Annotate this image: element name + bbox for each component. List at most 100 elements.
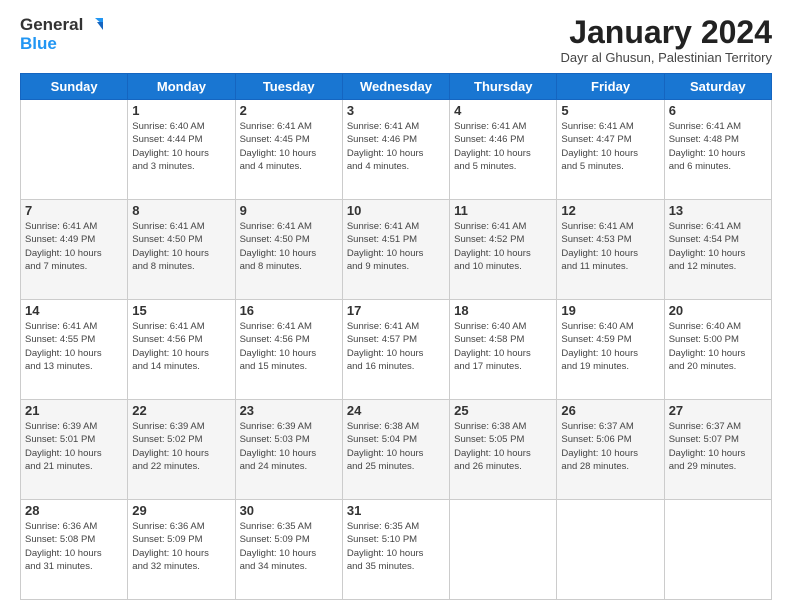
- header-row: Sunday Monday Tuesday Wednesday Thursday…: [21, 74, 772, 100]
- day-number: 2: [240, 103, 338, 118]
- day-info: Sunrise: 6:40 AM Sunset: 5:00 PM Dayligh…: [669, 320, 767, 373]
- day-cell: 18Sunrise: 6:40 AM Sunset: 4:58 PM Dayli…: [450, 300, 557, 400]
- day-number: 17: [347, 303, 445, 318]
- day-number: 31: [347, 503, 445, 518]
- day-cell: 31 Sunrise: 6:35 AM Sunset: 5:10 PM Dayli…: [342, 500, 449, 600]
- day-info: Sunrise: 6:41 AM Sunset: 4:50 PM Dayligh…: [240, 220, 338, 273]
- day-info: Sunrise: 6:41 AM Sunset: 4:50 PM Dayligh…: [132, 220, 230, 273]
- day-cell: 12Sunrise: 6:41 AM Sunset: 4:53 PM Dayli…: [557, 200, 664, 300]
- col-wednesday: Wednesday: [342, 74, 449, 100]
- day-info: Sunrise: 6:35 AM Sunset: 5:09 PM Dayligh…: [240, 520, 338, 573]
- day-number: 22: [132, 403, 230, 418]
- day-number: 3: [347, 103, 445, 118]
- day-cell: 8 Sunrise: 6:41 AM Sunset: 4:50 PM Daylig…: [128, 200, 235, 300]
- day-info: Sunrise: 6:41 AM Sunset: 4:46 PM Dayligh…: [347, 120, 445, 173]
- day-cell: 3 Sunrise: 6:41 AM Sunset: 4:46 PM Daylig…: [342, 100, 449, 200]
- day-info: Sunrise: 6:35 AM Sunset: 5:10 PM Dayligh…: [347, 520, 445, 573]
- day-info: Sunrise: 6:39 AM Sunset: 5:03 PM Dayligh…: [240, 420, 338, 473]
- week-row-5: 28Sunrise: 6:36 AM Sunset: 5:08 PM Dayli…: [21, 500, 772, 600]
- day-number: 16: [240, 303, 338, 318]
- day-number: 5: [561, 103, 659, 118]
- day-cell: [664, 500, 771, 600]
- day-cell: 23Sunrise: 6:39 AM Sunset: 5:03 PM Dayli…: [235, 400, 342, 500]
- day-number: 11: [454, 203, 552, 218]
- day-info: Sunrise: 6:41 AM Sunset: 4:57 PM Dayligh…: [347, 320, 445, 373]
- day-cell: 15 Sunrise: 6:41 AM Sunset: 4:56 PM Dayli…: [128, 300, 235, 400]
- day-info: Sunrise: 6:41 AM Sunset: 4:56 PM Dayligh…: [240, 320, 338, 373]
- day-info: Sunrise: 6:41 AM Sunset: 4:55 PM Dayligh…: [25, 320, 123, 373]
- day-number: 30: [240, 503, 338, 518]
- day-number: 15: [132, 303, 230, 318]
- day-cell: 2 Sunrise: 6:41 AM Sunset: 4:45 PM Daylig…: [235, 100, 342, 200]
- day-cell: [450, 500, 557, 600]
- week-row-2: 7 Sunrise: 6:41 AM Sunset: 4:49 PM Daylig…: [21, 200, 772, 300]
- day-number: 24: [347, 403, 445, 418]
- day-number: 4: [454, 103, 552, 118]
- day-number: 27: [669, 403, 767, 418]
- day-number: 19: [561, 303, 659, 318]
- day-cell: 5 Sunrise: 6:41 AM Sunset: 4:47 PM Daylig…: [557, 100, 664, 200]
- day-info: Sunrise: 6:39 AM Sunset: 5:01 PM Dayligh…: [25, 420, 123, 473]
- page: General Blue January 2024 Dayr al Ghusun…: [0, 0, 792, 612]
- day-number: 9: [240, 203, 338, 218]
- day-info: Sunrise: 6:39 AM Sunset: 5:02 PM Dayligh…: [132, 420, 230, 473]
- logo-bird-icon: [85, 16, 103, 34]
- col-saturday: Saturday: [664, 74, 771, 100]
- day-cell: 1 Sunrise: 6:40 AM Sunset: 4:44 PM Daylig…: [128, 100, 235, 200]
- day-cell: 24 Sunrise: 6:38 AM Sunset: 5:04 PM Dayli…: [342, 400, 449, 500]
- day-info: Sunrise: 6:41 AM Sunset: 4:51 PM Dayligh…: [347, 220, 445, 273]
- col-sunday: Sunday: [21, 74, 128, 100]
- day-cell: 7 Sunrise: 6:41 AM Sunset: 4:49 PM Daylig…: [21, 200, 128, 300]
- day-info: Sunrise: 6:41 AM Sunset: 4:54 PM Dayligh…: [669, 220, 767, 273]
- day-cell: 11 Sunrise: 6:41 AM Sunset: 4:52 PM Dayli…: [450, 200, 557, 300]
- col-thursday: Thursday: [450, 74, 557, 100]
- day-cell: 20 Sunrise: 6:40 AM Sunset: 5:00 PM Dayli…: [664, 300, 771, 400]
- day-info: Sunrise: 6:41 AM Sunset: 4:52 PM Dayligh…: [454, 220, 552, 273]
- day-cell: 4 Sunrise: 6:41 AM Sunset: 4:46 PM Daylig…: [450, 100, 557, 200]
- day-info: Sunrise: 6:40 AM Sunset: 4:59 PM Dayligh…: [561, 320, 659, 373]
- day-info: Sunrise: 6:41 AM Sunset: 4:56 PM Dayligh…: [132, 320, 230, 373]
- day-info: Sunrise: 6:41 AM Sunset: 4:47 PM Dayligh…: [561, 120, 659, 173]
- day-info: Sunrise: 6:40 AM Sunset: 4:58 PM Dayligh…: [454, 320, 552, 373]
- day-info: Sunrise: 6:38 AM Sunset: 5:04 PM Dayligh…: [347, 420, 445, 473]
- day-info: Sunrise: 6:41 AM Sunset: 4:53 PM Dayligh…: [561, 220, 659, 273]
- subtitle: Dayr al Ghusun, Palestinian Territory: [561, 50, 772, 65]
- header: General Blue January 2024 Dayr al Ghusun…: [20, 16, 772, 65]
- month-title: January 2024: [561, 16, 772, 48]
- day-cell: 9 Sunrise: 6:41 AM Sunset: 4:50 PM Daylig…: [235, 200, 342, 300]
- day-cell: 19 Sunrise: 6:40 AM Sunset: 4:59 PM Dayli…: [557, 300, 664, 400]
- day-number: 14: [25, 303, 123, 318]
- day-number: 7: [25, 203, 123, 218]
- day-info: Sunrise: 6:36 AM Sunset: 5:09 PM Dayligh…: [132, 520, 230, 573]
- day-cell: [21, 100, 128, 200]
- day-cell: 13 Sunrise: 6:41 AM Sunset: 4:54 PM Dayli…: [664, 200, 771, 300]
- col-tuesday: Tuesday: [235, 74, 342, 100]
- day-info: Sunrise: 6:41 AM Sunset: 4:49 PM Dayligh…: [25, 220, 123, 273]
- day-cell: 28Sunrise: 6:36 AM Sunset: 5:08 PM Dayli…: [21, 500, 128, 600]
- day-cell: 29 Sunrise: 6:36 AM Sunset: 5:09 PM Dayli…: [128, 500, 235, 600]
- day-number: 8: [132, 203, 230, 218]
- week-row-1: 1 Sunrise: 6:40 AM Sunset: 4:44 PM Daylig…: [21, 100, 772, 200]
- day-info: Sunrise: 6:41 AM Sunset: 4:46 PM Dayligh…: [454, 120, 552, 173]
- day-info: Sunrise: 6:36 AM Sunset: 5:08 PM Dayligh…: [25, 520, 123, 573]
- day-number: 10: [347, 203, 445, 218]
- day-number: 25: [454, 403, 552, 418]
- day-info: Sunrise: 6:41 AM Sunset: 4:45 PM Dayligh…: [240, 120, 338, 173]
- day-cell: 27 Sunrise: 6:37 AM Sunset: 5:07 PM Dayli…: [664, 400, 771, 500]
- day-info: Sunrise: 6:37 AM Sunset: 5:07 PM Dayligh…: [669, 420, 767, 473]
- day-number: 29: [132, 503, 230, 518]
- day-number: 6: [669, 103, 767, 118]
- day-cell: 17 Sunrise: 6:41 AM Sunset: 4:57 PM Dayli…: [342, 300, 449, 400]
- day-number: 1: [132, 103, 230, 118]
- day-number: 20: [669, 303, 767, 318]
- day-info: Sunrise: 6:37 AM Sunset: 5:06 PM Dayligh…: [561, 420, 659, 473]
- day-number: 21: [25, 403, 123, 418]
- week-row-4: 21 Sunrise: 6:39 AM Sunset: 5:01 PM Dayli…: [21, 400, 772, 500]
- col-monday: Monday: [128, 74, 235, 100]
- col-friday: Friday: [557, 74, 664, 100]
- day-number: 13: [669, 203, 767, 218]
- day-cell: 30 Sunrise: 6:35 AM Sunset: 5:09 PM Dayli…: [235, 500, 342, 600]
- day-cell: 16 Sunrise: 6:41 AM Sunset: 4:56 PM Dayli…: [235, 300, 342, 400]
- day-info: Sunrise: 6:40 AM Sunset: 4:44 PM Dayligh…: [132, 120, 230, 173]
- logo-blue: Blue: [20, 35, 57, 54]
